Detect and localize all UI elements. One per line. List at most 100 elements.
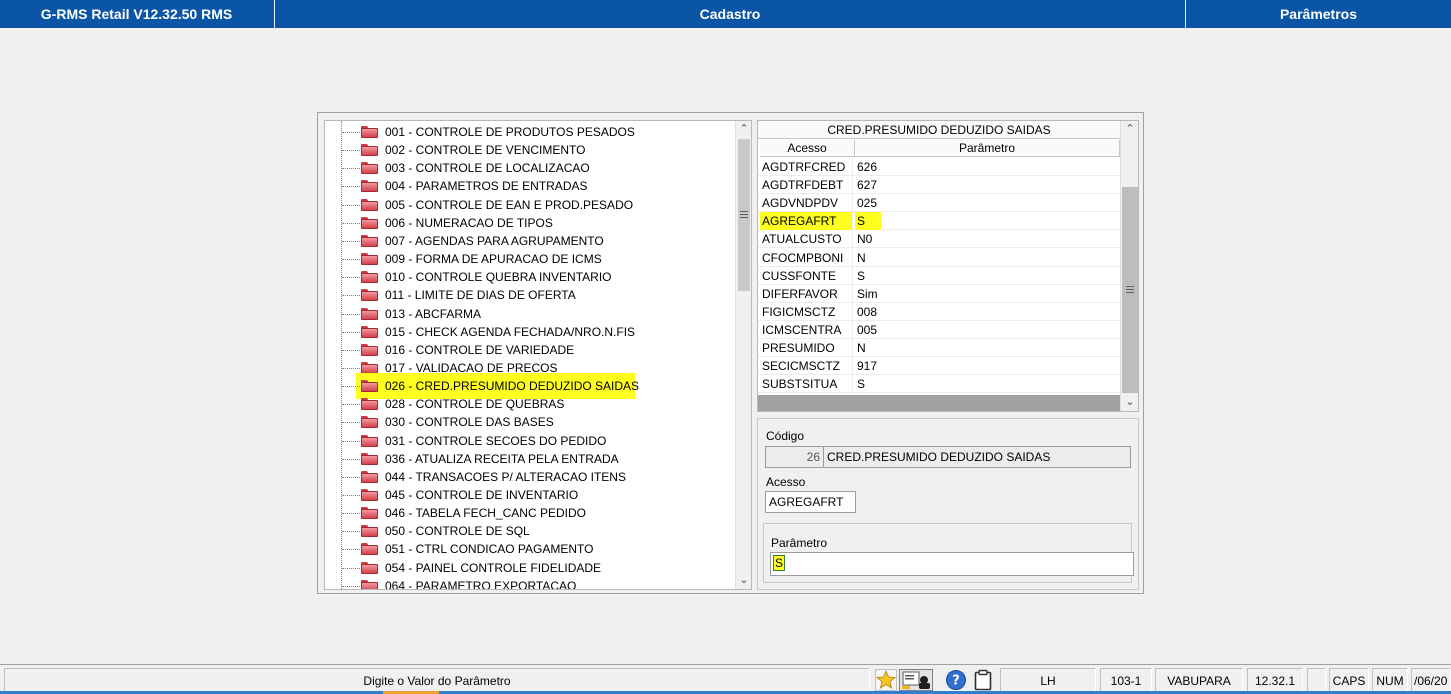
tree-scrollbar[interactable]: ⌃ ⌄ (735, 121, 751, 589)
parameter-tree[interactable]: 001 - CONTROLE DE PRODUTOS PESADOS 002 - … (324, 120, 752, 590)
tree-item[interactable]: 036 - ATUALIZA RECEITA PELA ENTRADA (325, 450, 735, 468)
tree-item[interactable]: 002 - CONTROLE DE VENCIMENTO (325, 141, 735, 159)
tree-scroll-thumb[interactable] (738, 139, 750, 291)
tree-item[interactable]: 006 - NUMERACAO DE TIPOS (325, 214, 735, 232)
tree-item[interactable]: 028 - CONTROLE DE QUEBRAS (325, 395, 735, 413)
tree-item[interactable]: 001 - CONTROLE DE PRODUTOS PESADOS (325, 123, 735, 141)
tree-item[interactable]: 016 - CONTROLE DE VARIEDADE (325, 341, 735, 359)
folder-icon (361, 543, 378, 556)
tree-item[interactable]: 046 - TABELA FECH_CANC PEDIDO (325, 504, 735, 522)
clipboard-icon[interactable] (972, 669, 994, 691)
tree-item[interactable]: 026 - CRED.PRESUMIDO DEDUZIDO SAIDAS (325, 373, 735, 400)
cell-acesso: DIFERFAVOR (760, 284, 853, 303)
scroll-down-icon[interactable]: ⌄ (736, 572, 751, 589)
table-row[interactable]: DIFERFAVOR Sim (758, 284, 1120, 303)
table-row[interactable]: AGDTRFDEBT 627 (758, 176, 1120, 195)
cell-acesso: ATUALCUSTO (760, 230, 853, 249)
cell-parametro: 008 (857, 304, 878, 319)
tree-item[interactable]: 007 - AGENDAS PARA AGRUPAMENTO (325, 232, 735, 250)
table-row[interactable]: CFOCMPBONI N (758, 248, 1120, 267)
status-message: Digite o Valor do Parâmetro (4, 668, 870, 692)
table-row[interactable]: ICMSCENTRA 005 (758, 320, 1120, 339)
cell-parametro: 917 (857, 359, 878, 374)
cell-parametro: Sim (857, 286, 878, 301)
tree-item-label: 028 - CONTROLE DE QUEBRAS (385, 397, 565, 412)
tree-item[interactable]: 044 - TRANSACOES P/ ALTERACAO ITENS (325, 468, 735, 486)
table-row[interactable]: AGDVNDPDV 025 (758, 194, 1120, 213)
tree-item-label: 009 - FORMA DE APURACAO DE ICMS (385, 252, 602, 267)
cell-acesso: AGREGAFRT (760, 212, 853, 231)
help-icon[interactable]: ? (945, 669, 967, 691)
parameter-grid[interactable]: CRED.PRESUMIDO DEDUZIDO SAIDAS Acesso Pa… (757, 120, 1139, 412)
status-version: 12.32.1 (1247, 668, 1303, 692)
tree-item-label: 007 - AGENDAS PARA AGRUPAMENTO (385, 233, 604, 248)
folder-icon (361, 289, 378, 302)
tree-item-label: 002 - CONTROLE DE VENCIMENTO (385, 143, 586, 158)
cell-parametro: N (857, 250, 866, 265)
tree-item[interactable]: 064 - PARAMETRO EXPORTACAO (325, 577, 735, 589)
cell-parametro: S (857, 377, 866, 392)
cell-parametro: 025 (857, 196, 878, 211)
tree-item-label: 005 - CONTROLE DE EAN E PROD.PESADO (385, 197, 634, 212)
column-header-acesso[interactable]: Acesso (760, 140, 855, 157)
tree-item[interactable]: 054 - PAINEL CONTROLE FIDELIDADE (325, 559, 735, 577)
tree-item[interactable]: 004 - PARAMETROS DE ENTRADAS (325, 177, 735, 195)
tree-item[interactable]: 011 - LIMITE DE DIAS DE OFERTA (325, 286, 735, 304)
folder-icon (361, 271, 378, 284)
tree-item-label: 006 - NUMERACAO DE TIPOS (385, 215, 553, 230)
folder-icon (361, 343, 378, 356)
tree-item[interactable]: 013 - ABCFARMA (325, 305, 735, 323)
table-row[interactable]: AGREGAFRT S (758, 212, 1120, 231)
folder-icon (361, 561, 378, 574)
tree-item[interactable]: 003 - CONTROLE DE LOCALIZACAO (325, 159, 735, 177)
cell-acesso: PRESUMIDO (760, 339, 853, 357)
table-row[interactable]: AGDTRFCRED 626 (758, 158, 1120, 176)
report-user-icon[interactable] (899, 669, 933, 691)
tree-item[interactable]: 051 - CTRL CONDICAO PAGAMENTO (325, 540, 735, 558)
acesso-label: Acesso (766, 475, 806, 489)
favorite-star-icon[interactable] (875, 669, 897, 691)
tree-item[interactable]: 005 - CONTROLE DE EAN E PROD.PESADO (325, 196, 735, 214)
tree-item-label: 015 - CHECK AGENDA FECHADA/NRO.N.FIS (385, 324, 636, 339)
column-header-parametro[interactable]: Parâmetro (855, 140, 1120, 157)
tree-item-label: 051 - CTRL CONDICAO PAGAMENTO (385, 542, 594, 557)
folder-icon (361, 325, 378, 338)
tree-item-label: 030 - CONTROLE DAS BASES (385, 415, 554, 430)
table-row[interactable]: ATUALCUSTO N0 (758, 230, 1120, 249)
scroll-down-icon[interactable]: ⌄ (1121, 394, 1138, 411)
tree-item-label: 010 - CONTROLE QUEBRA INVENTARIO (385, 270, 612, 285)
status-code: 103-1 (1100, 668, 1152, 692)
module-title: Cadastro (699, 6, 761, 22)
parametro-input[interactable]: S (770, 552, 1134, 576)
table-row[interactable]: SUBSTSITUA S (758, 375, 1120, 394)
folder-icon (361, 507, 378, 520)
tree-item[interactable]: 009 - FORMA DE APURACAO DE ICMS (325, 250, 735, 268)
tree-item[interactable]: 045 - CONTROLE DE INVENTARIO (325, 486, 735, 504)
tree-item[interactable]: 031 - CONTROLE SECOES DO PEDIDO (325, 432, 735, 450)
cell-parametro: S (857, 268, 866, 283)
table-row[interactable]: FIGICMSCTZ 008 (758, 302, 1120, 321)
tree-item[interactable]: 030 - CONTROLE DAS BASES (325, 413, 735, 431)
cell-parametro: 626 (857, 160, 878, 174)
grid-scrollbar[interactable]: ⌃ ⌄ (1120, 121, 1138, 411)
grip-icon (740, 211, 748, 218)
scroll-up-icon[interactable]: ⌃ (736, 121, 751, 138)
folder-icon (361, 253, 378, 266)
table-row[interactable]: SECICMSCTZ 917 (758, 357, 1120, 376)
status-bar: Digite o Valor do Parâmetro ? LH 103-1 V… (0, 664, 1451, 694)
grid-scroll-thumb[interactable] (1122, 187, 1138, 393)
status-date: /06/20 (1411, 668, 1451, 692)
table-row[interactable]: PRESUMIDO N (758, 339, 1120, 357)
status-caps: CAPS (1329, 668, 1369, 692)
table-row[interactable]: CUSSFONTE S (758, 266, 1120, 285)
scroll-up-icon[interactable]: ⌃ (1121, 121, 1138, 138)
acesso-field[interactable]: AGREGAFRT (765, 491, 856, 513)
tree-item[interactable]: 050 - CONTROLE DE SQL (325, 522, 735, 540)
tree-item[interactable]: 010 - CONTROLE QUEBRA INVENTARIO (325, 268, 735, 286)
tree-item[interactable]: 015 - CHECK AGENDA FECHADA/NRO.N.FIS (325, 323, 735, 341)
codigo-description-field: CRED.PRESUMIDO DEDUZIDO SAIDAS (824, 446, 1131, 468)
tree-item-label: 031 - CONTROLE SECOES DO PEDIDO (385, 433, 607, 448)
folder-icon (361, 470, 378, 483)
cell-acesso: AGDVNDPDV (760, 194, 853, 213)
tree-item-label: 046 - TABELA FECH_CANC PEDIDO (385, 506, 586, 521)
